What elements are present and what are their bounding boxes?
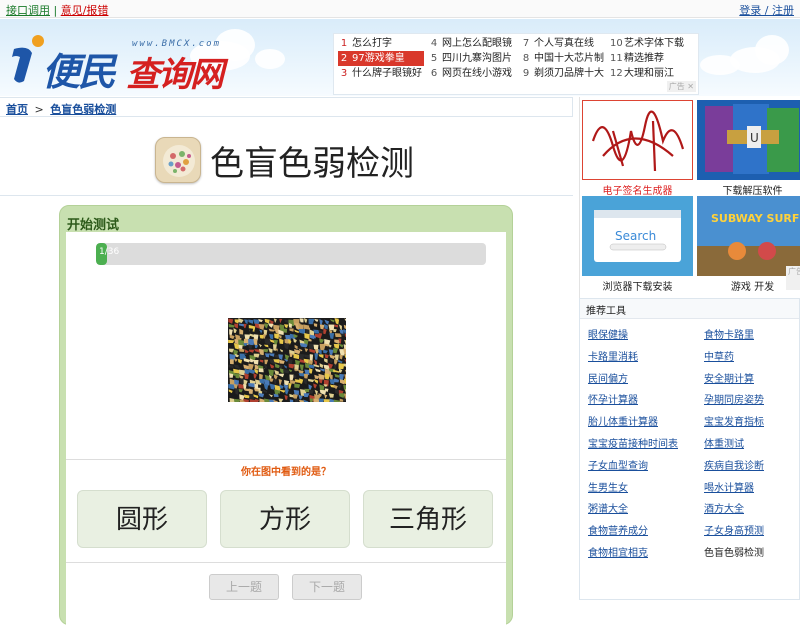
- tool-link[interactable]: 眼保健操: [588, 326, 628, 341]
- ad-thumb-signature[interactable]: 电子签名生成器: [582, 100, 693, 197]
- page-title: 色盲色弱检测: [210, 144, 414, 184]
- hot-item-1[interactable]: 1 怎么打字: [338, 36, 392, 51]
- game-image: SUBWAY SURFERS: [697, 196, 800, 276]
- breadcrumb-current[interactable]: 色盲色弱检测: [50, 103, 116, 116]
- tool-link[interactable]: 疾病自我诊断: [704, 457, 764, 472]
- breadcrumb-separator: >: [34, 103, 44, 116]
- game-title-text: SUBWAY SURFERS: [711, 212, 800, 225]
- tool-link[interactable]: 子女血型查询: [588, 457, 648, 472]
- answer-circle-button[interactable]: 圆形: [77, 490, 207, 548]
- progress-bar: 1/36: [96, 243, 486, 265]
- tool-link[interactable]: 胎儿体重计算器: [588, 413, 658, 428]
- test-heading: 开始测试: [67, 218, 120, 233]
- tool-link[interactable]: 安全期计算: [704, 370, 754, 385]
- divider: [66, 562, 506, 563]
- hot-item-9[interactable]: 9 剃须刀品牌十大: [520, 66, 604, 81]
- tools-title: 推荐工具: [580, 299, 799, 319]
- hot-item-3[interactable]: 3 什么牌子眼镜好: [338, 66, 422, 81]
- tool-link[interactable]: 宝宝发育指标: [704, 413, 764, 428]
- tool-link[interactable]: 体重测试: [704, 435, 744, 450]
- logo-word-secondary: 查询网: [126, 55, 224, 95]
- tool-link[interactable]: 孕期同房姿势: [704, 391, 764, 406]
- thumb-caption: 电子签名生成器: [602, 186, 673, 197]
- report-link[interactable]: 意见/报错: [61, 4, 109, 17]
- hot-item-5[interactable]: 5 四川九寨沟图片: [428, 51, 512, 66]
- next-question-button[interactable]: 下一题: [292, 574, 362, 600]
- thumb-caption: 游戏 开发: [730, 282, 775, 293]
- svg-text:U: U: [750, 131, 759, 145]
- tool-link[interactable]: 喝水计算器: [704, 479, 754, 494]
- tool-link[interactable]: 怀孕计算器: [588, 391, 638, 406]
- hot-item-2[interactable]: 2 97游戏拳皇: [338, 51, 424, 66]
- tool-link[interactable]: 子女身高预测: [704, 522, 764, 537]
- hot-item-6[interactable]: 6 网页在线小游戏: [428, 66, 512, 81]
- hot-item-11[interactable]: 11精选推荐: [610, 51, 664, 66]
- ad-flag[interactable]: 广告: [786, 266, 800, 290]
- question-text: 你在图中看到的是？: [241, 467, 331, 478]
- tool-link[interactable]: 食物相宜相克: [588, 544, 648, 559]
- thumb-caption: 浏览器下载安装: [602, 282, 673, 293]
- tool-link[interactable]: 色盲色弱检测: [704, 544, 764, 559]
- tool-link[interactable]: 中草药: [704, 348, 734, 363]
- hot-search-list: 1 怎么打字 2 97游戏拳皇 3 什么牌子眼镜好 4 网上怎么配眼镜 5 四川九寨沟图片…: [333, 33, 699, 95]
- browser-image: Search: [582, 196, 693, 276]
- tool-link[interactable]: 宝宝疫苗接种时间表: [588, 435, 678, 450]
- top-left-links: 接口调用 | 意见/报错: [6, 2, 108, 18]
- tool-link[interactable]: 酒方大全: [704, 500, 744, 515]
- prev-question-button[interactable]: 上一题: [209, 574, 279, 600]
- site-logo[interactable]: www.BMCX.com 便民 查询网: [8, 25, 248, 95]
- browser-search-text: Search: [615, 229, 656, 243]
- signature-image: [582, 100, 693, 180]
- color-test-app-icon: [155, 137, 201, 183]
- thumb-caption: 下载解压软件: [722, 186, 783, 197]
- ad-thumb-unzip[interactable]: U 下载解压软件: [697, 100, 800, 197]
- hot-item-7[interactable]: 7 个人写真在线: [520, 36, 594, 51]
- breadcrumb: 首页 > 色盲色弱检测: [0, 97, 573, 117]
- tool-link[interactable]: 卡路里消耗: [588, 348, 638, 363]
- answer-triangle-button[interactable]: 三角形: [363, 490, 493, 548]
- hot-item-12[interactable]: 12大理和丽江: [610, 66, 674, 81]
- top-separator: |: [53, 4, 58, 17]
- progress-text: 1/36: [99, 247, 120, 257]
- divider: [66, 459, 506, 460]
- login-register-link[interactable]: 登录 / 注册: [739, 4, 794, 17]
- tool-link[interactable]: 粥谱大全: [588, 500, 628, 515]
- tool-link[interactable]: 民间偏方: [588, 370, 628, 385]
- hot-item-8[interactable]: 8 中国十大芯片制: [520, 51, 604, 66]
- color-blind-test-plate: [228, 318, 346, 402]
- recommended-tools: 推荐工具 眼保健操 食物卡路里卡路里消耗 中草药民间偏方 安全期计算怀孕计算器 孕期同房…: [579, 298, 800, 600]
- answer-square-button[interactable]: 方形: [220, 490, 350, 548]
- ad-flag[interactable]: 广告 ✕: [666, 81, 696, 92]
- ad-thumb-browser[interactable]: Search 浏览器下载安装: [582, 196, 693, 293]
- breadcrumb-home[interactable]: 首页: [6, 103, 28, 116]
- test-body: 1/36 你在图中看到的是？ 圆形 方形 三角形 上一题 下一题: [66, 232, 506, 632]
- hot-item-4[interactable]: 4 网上怎么配眼镜: [428, 36, 512, 51]
- hot-item-10[interactable]: 10艺术字体下载: [610, 36, 684, 51]
- api-link[interactable]: 接口调用: [6, 4, 50, 17]
- ad-thumb-game[interactable]: SUBWAY SURFERS 游戏 开发 广告: [697, 196, 800, 293]
- color-test-panel: 开始测试 1/36 你在图中看到的是？ 圆形 方形 三角形 上一题 下一题: [59, 205, 513, 632]
- winrar-image: U: [697, 100, 800, 180]
- tool-link[interactable]: 食物卡路里: [704, 326, 754, 341]
- logo-word-primary: 便民: [42, 49, 116, 94]
- top-utility-bar: 接口调用 | 意见/报错 登录 / 注册: [0, 0, 800, 18]
- site-header: www.BMCX.com 便民 查询网 1 怎么打字 2 97游戏拳皇 3 什么牌子眼…: [0, 19, 800, 96]
- tool-link[interactable]: 食物营养成分: [588, 522, 648, 537]
- tool-link[interactable]: 生男生女: [588, 479, 628, 494]
